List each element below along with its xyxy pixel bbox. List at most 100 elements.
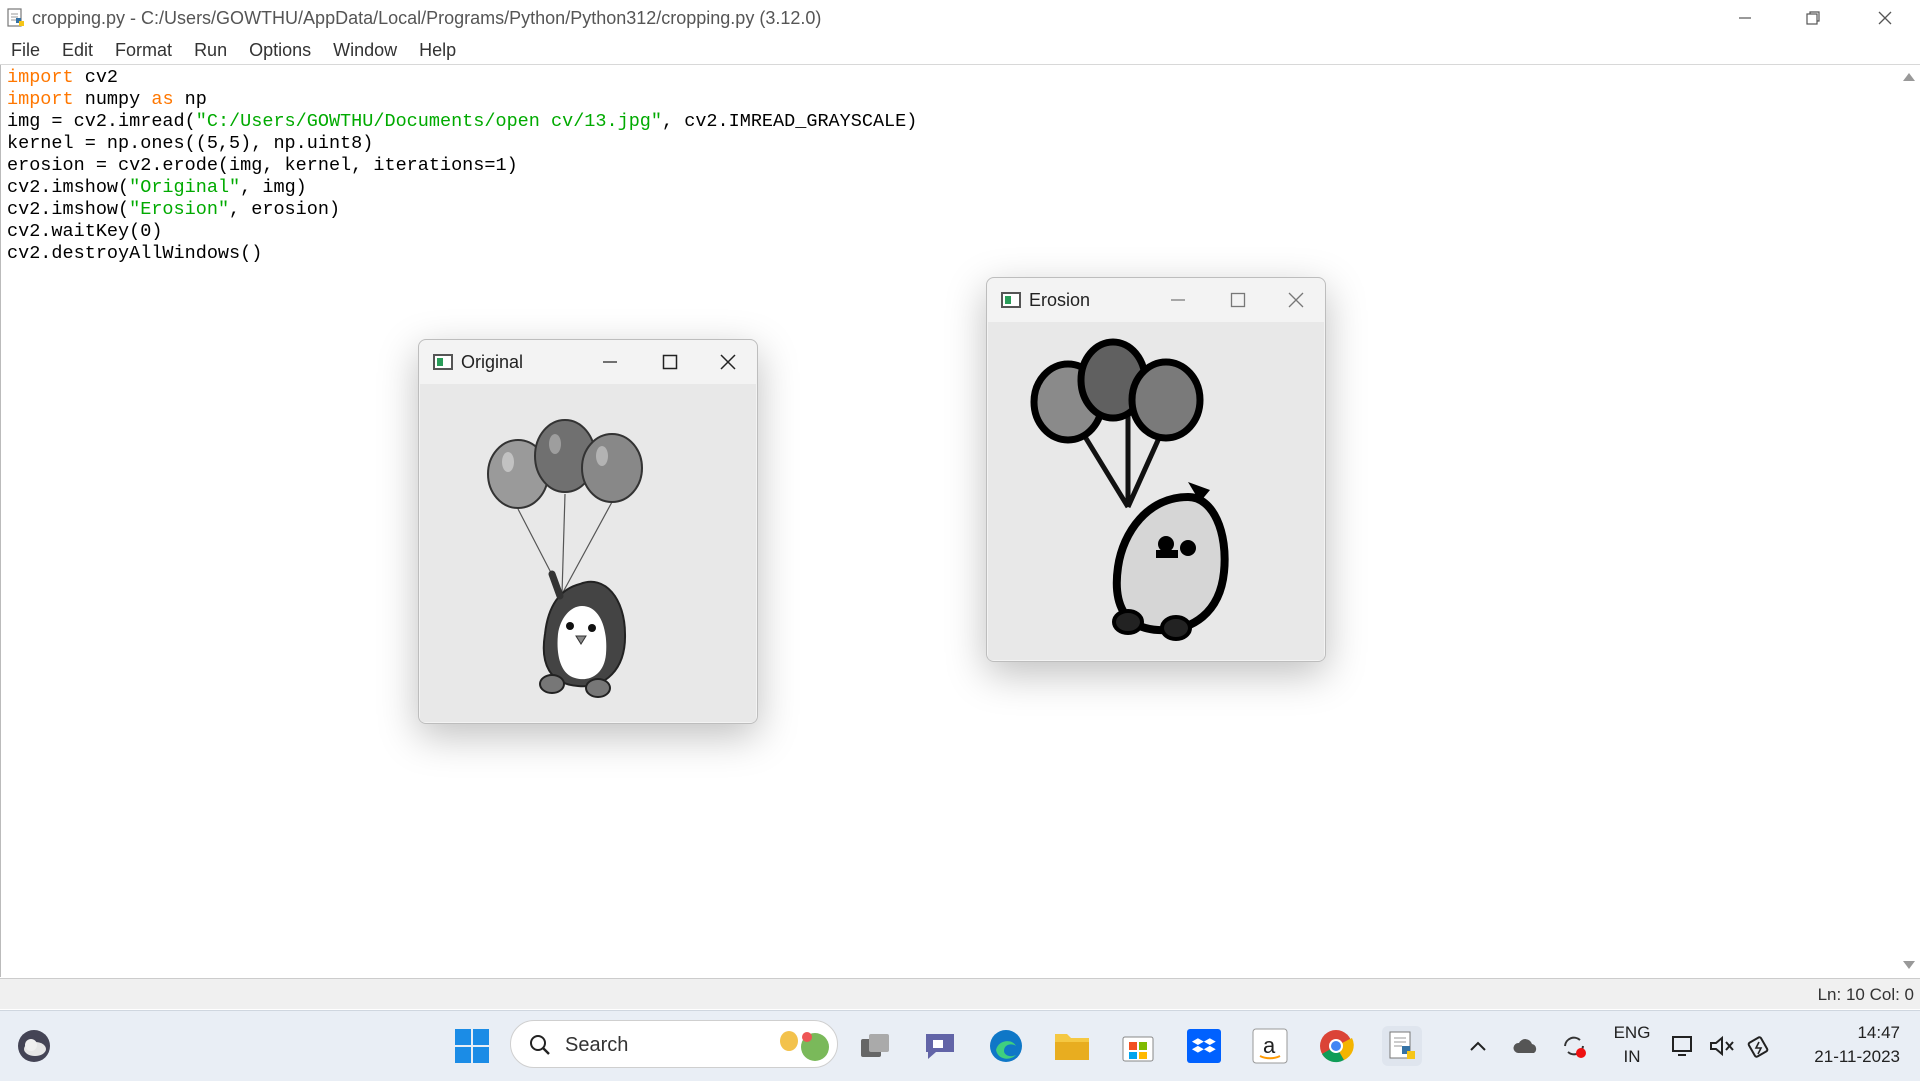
code-line[interactable]: import cv2 (7, 67, 917, 89)
dropbox-button[interactable] (1184, 1026, 1224, 1066)
python-idle-taskbar-button[interactable] (1382, 1026, 1422, 1066)
monitor-icon (1672, 1036, 1692, 1056)
opencv-window-icon (1001, 292, 1021, 308)
code-token: cv2.destroyAllWindows() (7, 243, 263, 264)
menu-bar: File Edit Format Run Options Window Help (0, 36, 1920, 65)
eroded-penguin-balloons-image (988, 322, 1324, 660)
svg-text:a: a (1263, 1033, 1276, 1058)
python-idle-icon (1389, 1031, 1415, 1059)
search-icon (530, 1035, 550, 1055)
menu-file[interactable]: File (0, 40, 51, 61)
chrome-button[interactable] (1316, 1026, 1356, 1066)
code-token: cv2.imshow( (7, 177, 130, 198)
clock-date[interactable]: 21-11-2023 (1790, 1047, 1900, 1067)
close-button[interactable] (1850, 0, 1920, 36)
dropbox-icon (1187, 1029, 1221, 1063)
code-keyword: import (7, 67, 74, 88)
code-line[interactable]: cv2.imshow("Original", img) (7, 177, 917, 199)
code-token: cv2.imshow( (7, 199, 130, 220)
original-window-titlebar[interactable]: Original (419, 340, 757, 384)
code-text[interactable]: import cv2 import numpy as np img = cv2.im… (7, 67, 917, 265)
window-title: cropping.py - C:/Users/GOWTHU/AppData/Lo… (32, 7, 822, 28)
teams-button[interactable] (920, 1026, 960, 1066)
code-token: numpy (73, 89, 152, 110)
erosion-image (988, 322, 1324, 660)
language-indicator[interactable]: ENG (1612, 1023, 1652, 1043)
vertical-scrollbar[interactable] (1898, 65, 1920, 977)
code-string: "Erosion" (129, 199, 230, 220)
onedrive-button[interactable] (1506, 1026, 1546, 1066)
scroll-up-icon[interactable] (1903, 73, 1915, 81)
code-keyword: import (7, 89, 74, 110)
taskbar: Search a ENG IN 14:47 21-11-2023 (0, 1010, 1920, 1081)
erosion-minimize-button[interactable] (1151, 278, 1205, 322)
maximize-icon (1230, 292, 1246, 308)
original-minimize-button[interactable] (583, 340, 637, 384)
edge-button[interactable] (986, 1026, 1026, 1066)
chrome-icon (1320, 1030, 1354, 1063)
code-line[interactable]: img = cv2.imread("C:/Users/GOWTHU/Docume… (7, 111, 917, 133)
code-token: erosion = cv2.erode(img, kernel, iterati… (7, 155, 518, 176)
cursor-position: Ln: 10 Col: 0 (1817, 985, 1914, 1004)
start-button[interactable] (452, 1026, 492, 1066)
menu-help[interactable]: Help (408, 40, 467, 61)
original-image-window[interactable]: Original (418, 339, 758, 724)
chevron-up-icon (1470, 1041, 1486, 1051)
minimize-icon (603, 361, 617, 363)
menu-format[interactable]: Format (104, 40, 183, 61)
code-token: , cv2.IMREAD_GRAYSCALE) (662, 111, 918, 132)
show-hidden-icons-button[interactable] (1458, 1026, 1498, 1066)
display-button[interactable] (1668, 1026, 1700, 1066)
amazon-icon: a (1252, 1028, 1288, 1064)
task-view-icon (861, 1034, 889, 1057)
code-line[interactable]: kernel = np.ones((5,5), np.uint8) (7, 133, 917, 155)
erosion-image-window[interactable]: Erosion (986, 277, 1326, 662)
code-token: , img) (240, 177, 307, 198)
weather-widget[interactable] (14, 1026, 54, 1066)
erosion-maximize-button[interactable] (1211, 278, 1265, 322)
menu-edit[interactable]: Edit (51, 40, 104, 61)
close-icon (1878, 11, 1892, 25)
microsoft-store-button[interactable] (1118, 1026, 1158, 1066)
code-token: img = cv2.imread( (7, 111, 196, 132)
erosion-close-button[interactable] (1269, 278, 1323, 322)
erosion-window-title: Erosion (1029, 289, 1091, 310)
sync-status-button[interactable] (1554, 1026, 1594, 1066)
scroll-down-icon[interactable] (1903, 961, 1915, 969)
code-line[interactable]: import numpy as np (7, 89, 917, 111)
erosion-window-titlebar[interactable]: Erosion (987, 278, 1325, 322)
task-view-button[interactable] (856, 1026, 896, 1066)
region-indicator[interactable]: IN (1612, 1047, 1652, 1067)
restore-button[interactable] (1778, 0, 1848, 36)
maximize-icon (662, 354, 678, 370)
menu-window[interactable]: Window (322, 40, 408, 61)
battery-button[interactable] (1744, 1026, 1776, 1066)
python-idle-icon (7, 8, 24, 27)
amazon-button[interactable]: a (1250, 1026, 1290, 1066)
code-token: , erosion) (229, 199, 341, 220)
file-explorer-button[interactable] (1052, 1026, 1092, 1066)
status-bar: Ln: 10 Col: 0 (0, 978, 1920, 1009)
sync-alert-icon (1564, 1036, 1586, 1058)
code-line[interactable]: cv2.imshow("Erosion", erosion) (7, 199, 917, 221)
close-icon (720, 354, 736, 370)
code-keyword: as (151, 89, 174, 110)
minimize-button[interactable] (1710, 0, 1780, 36)
edge-browser-icon (990, 1030, 1022, 1062)
original-maximize-button[interactable] (643, 340, 697, 384)
menu-options[interactable]: Options (238, 40, 322, 61)
volume-muted-icon (1710, 1035, 1734, 1057)
original-close-button[interactable] (701, 340, 755, 384)
store-icon (1122, 1036, 1154, 1062)
clock-time[interactable]: 14:47 (1790, 1023, 1900, 1043)
code-line[interactable]: cv2.destroyAllWindows() (7, 243, 917, 265)
code-string: "Original" (129, 177, 241, 198)
menu-run[interactable]: Run (183, 40, 238, 61)
code-editor[interactable]: import cv2 import numpy as np img = cv2.im… (0, 65, 1899, 977)
volume-button[interactable] (1706, 1026, 1738, 1066)
original-image (420, 384, 756, 722)
taskbar-search-box[interactable]: Search (510, 1020, 838, 1068)
code-line[interactable]: erosion = cv2.erode(img, kernel, iterati… (7, 155, 917, 177)
code-token: cv2 (73, 67, 119, 88)
code-line[interactable]: cv2.waitKey(0) (7, 221, 917, 243)
